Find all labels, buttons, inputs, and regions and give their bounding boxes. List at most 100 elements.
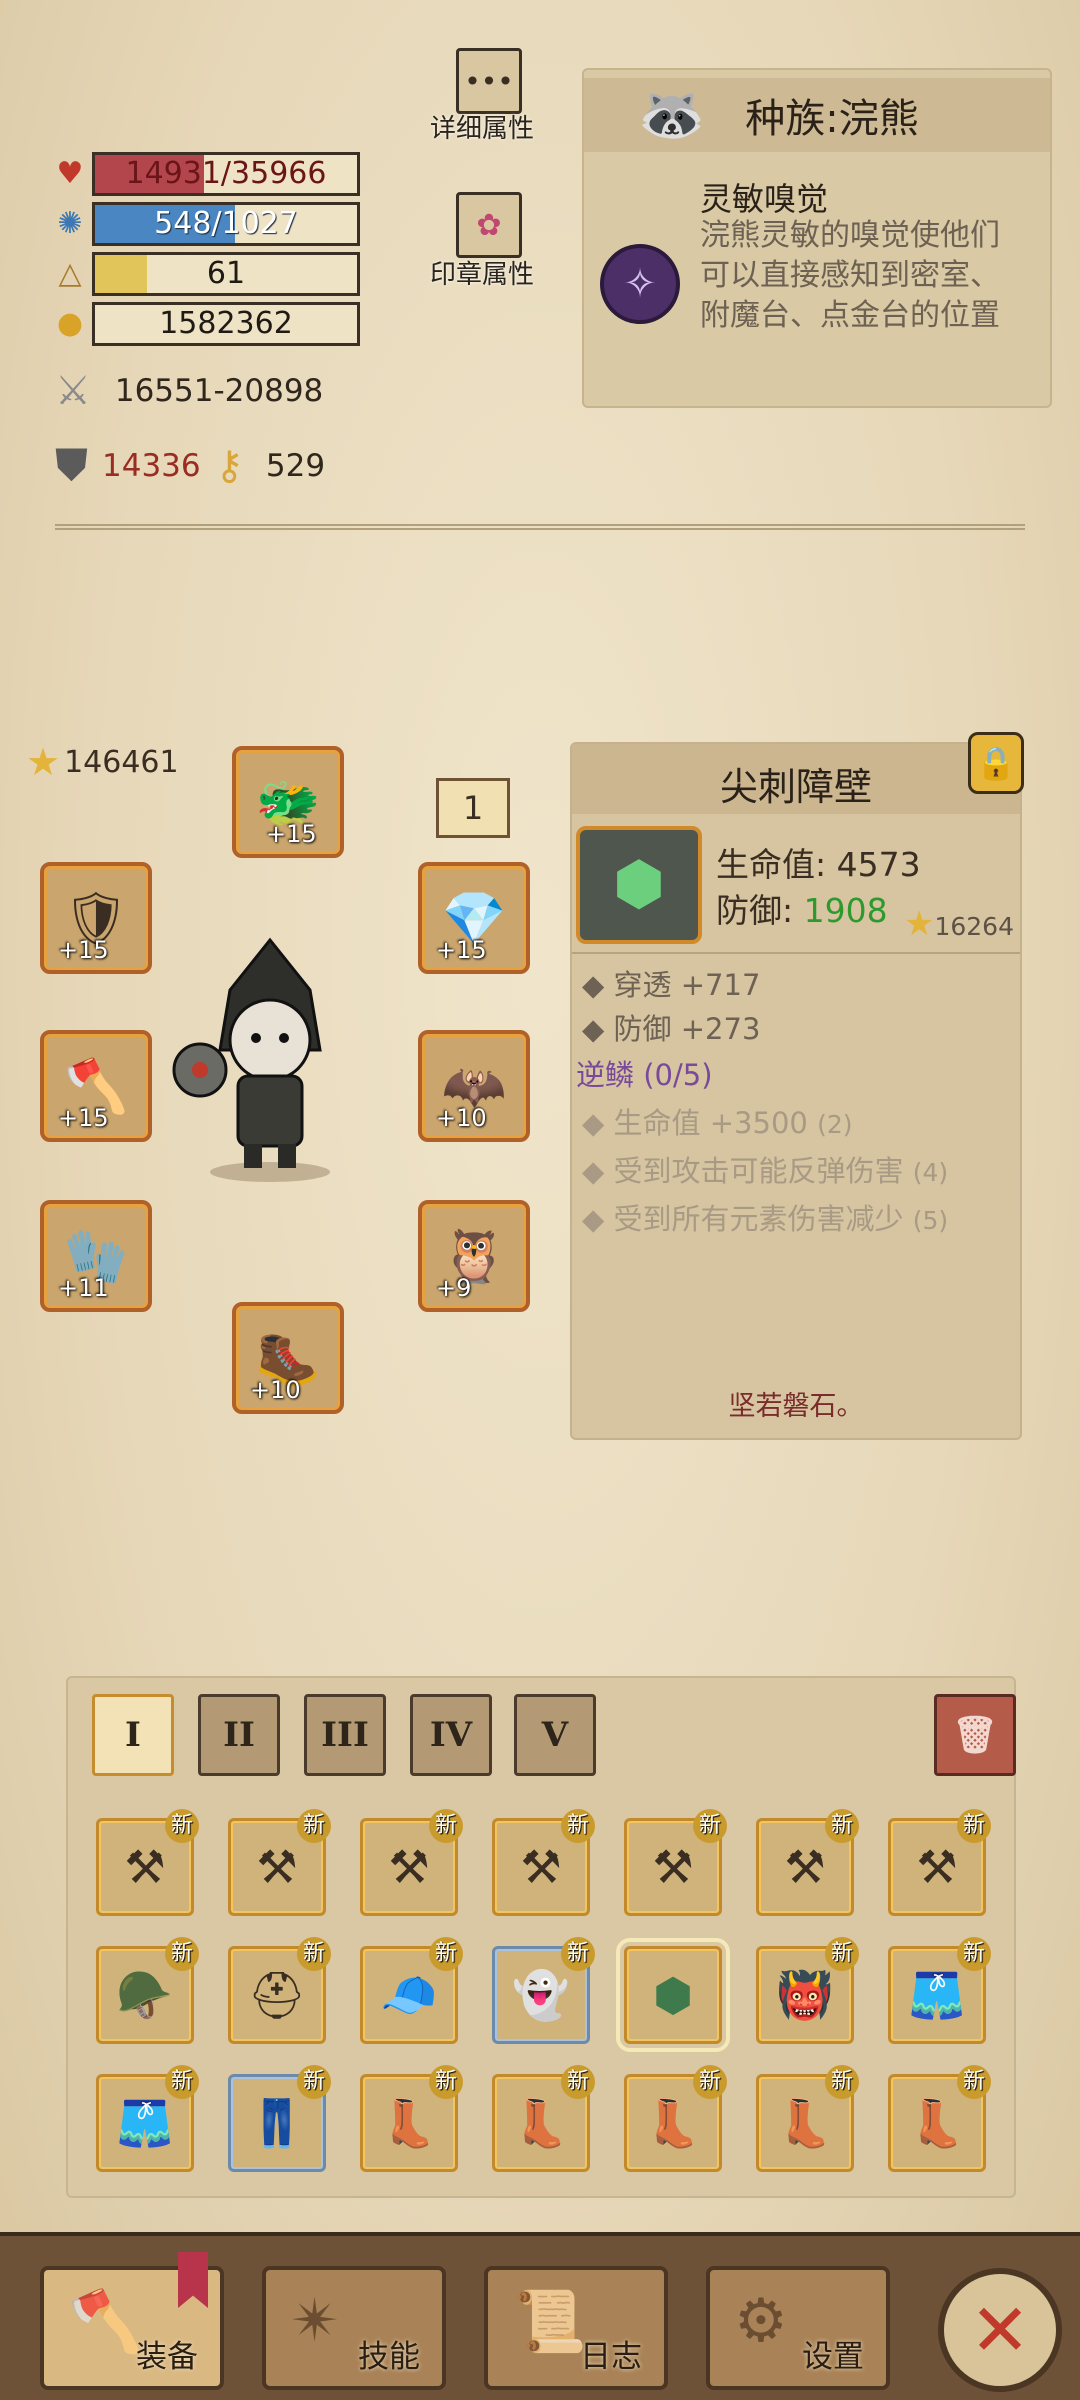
slot-weapon-level: +15 <box>58 1104 109 1132</box>
magic-key-icon: ⚷ <box>214 442 244 489</box>
nav-equip-button[interactable]: 🪓 装备 <box>40 2252 224 2390</box>
item-hp-value: 4573 <box>836 845 921 884</box>
defense-row: ⛊ 14336 ⚷ 529 <box>55 440 325 491</box>
new-badge: 新 <box>165 1809 199 1843</box>
inventory-item[interactable]: 🧢 新 <box>360 1937 463 2044</box>
inventory-item-selected[interactable]: ⬢ <box>616 1938 730 2052</box>
crossed-swords-icon: ⚔ <box>55 368 91 414</box>
slot-weapon[interactable]: 🪓 +15 <box>40 1030 152 1142</box>
gear-icon: ⚙ <box>734 2286 788 2356</box>
item-hp-line: 生命值: 4573 <box>716 838 921 886</box>
trait-icon: ✧ <box>600 244 680 324</box>
trash-button[interactable]: 🗑 <box>934 1694 1016 1776</box>
new-badge: 新 <box>297 1937 331 1971</box>
power-value: 146461 <box>64 744 179 780</box>
new-badge: 新 <box>429 2065 463 2099</box>
tab-page-1[interactable]: I <box>92 1694 174 1776</box>
seal-button[interactable]: ✿ <box>456 192 522 258</box>
lock-icon[interactable]: 🔒 <box>968 732 1024 794</box>
item-divider <box>572 952 1020 954</box>
nav-equip-label: 装备 <box>136 2339 198 2375</box>
item-set-bonus-1: ◆ 生命值 +3500 (2) <box>582 1106 853 1140</box>
new-badge: 新 <box>957 1809 991 1843</box>
slot-helmet[interactable]: 🐲 +15 <box>232 746 344 858</box>
demon-armor-icon: 👹 <box>776 1967 834 2022</box>
page-indicator[interactable]: 1 <box>436 778 510 838</box>
inventory-item[interactable]: ⚒ 新 <box>96 1809 199 1916</box>
item-def-line: 防御: 1908 <box>716 884 888 932</box>
page-number: 1 <box>462 789 484 827</box>
axe-icon: ⚒ <box>784 1840 826 1894</box>
inventory-item[interactable]: ⚒ 新 <box>888 1809 991 1916</box>
slot-shoulder-left-level: +15 <box>58 936 109 964</box>
tab-page-5[interactable]: V <box>514 1694 596 1776</box>
damage-row: ⚔ 16551-20898 <box>55 368 323 414</box>
blue-boots-icon: 👢 <box>644 2095 702 2150</box>
item-power-star-icon: ★ <box>903 904 935 944</box>
tab-page-4[interactable]: IV <box>410 1694 492 1776</box>
inventory-item[interactable]: 🩳 新 <box>888 1937 991 2044</box>
new-badge: 新 <box>165 1937 199 1971</box>
close-button[interactable]: ✕ <box>938 2268 1062 2392</box>
item-set-bonus-2-req: (4) <box>912 1158 949 1187</box>
inventory-item[interactable]: ⚒ 新 <box>228 1809 331 1916</box>
level-value: 61 <box>206 256 246 291</box>
inventory-item[interactable]: 👢 新 <box>360 2065 463 2172</box>
slot-gloves[interactable]: 🧤 +11 <box>40 1200 152 1312</box>
hp-value: 14931/35966 <box>125 156 327 191</box>
item-set-bonus-3-text: 受到所有元素伤害减少 <box>613 1202 904 1236</box>
nav-settings-label: 设置 <box>802 2339 864 2375</box>
slot-cloak-level: +9 <box>436 1274 472 1302</box>
blue-boots-icon: 👢 <box>908 2095 966 2150</box>
slot-shoulder-left[interactable]: 🛡 +15 <box>40 862 152 974</box>
item-detail-panel: 尖刺障壁 🔒 ⬢ 生命值: 4573 防御: 1908 ★16264 ◆ 穿透 … <box>570 732 1024 1440</box>
raccoon-icon: 🦝 <box>638 83 706 146</box>
inventory-item[interactable]: 👢 新 <box>624 2065 727 2172</box>
purple-helmet-icon: 🪖 <box>116 1967 174 2022</box>
inventory-item[interactable]: 👖 新 <box>228 2065 331 2172</box>
nav-log-button[interactable]: 📜 日志 <box>484 2266 668 2390</box>
tab-page-2[interactable]: II <box>198 1694 280 1776</box>
slot-armor[interactable]: 🦇 +10 <box>418 1030 530 1142</box>
tab-page-3[interactable]: III <box>304 1694 386 1776</box>
inventory-item[interactable]: 🩳 新 <box>96 2065 199 2172</box>
mp-bar: 548/1027 <box>92 202 360 246</box>
details-label[interactable]: 详细属性 <box>430 108 534 145</box>
inventory-item[interactable]: ⚒ 新 <box>492 1809 595 1916</box>
item-set-bonus-1-text: 生命值 +3500 <box>613 1106 808 1140</box>
inventory-item[interactable]: 👢 新 <box>492 2065 595 2172</box>
close-icon: ✕ <box>969 2288 1031 2372</box>
new-badge: 新 <box>561 1809 595 1843</box>
slot-cloak[interactable]: 🦉 +9 <box>418 1200 530 1312</box>
star-icon: ★ <box>26 740 61 784</box>
inventory-item[interactable]: ⚒ 新 <box>360 1809 463 1916</box>
inventory-item[interactable]: 👢 新 <box>888 2065 991 2172</box>
inventory-item[interactable]: 👹 新 <box>756 1937 859 2044</box>
nav-settings-button[interactable]: ⚙ 设置 <box>706 2266 890 2390</box>
seal-label[interactable]: 印章属性 <box>430 254 534 291</box>
armor-value: 14336 <box>102 447 201 484</box>
inventory-item[interactable]: 👢 新 <box>756 2065 859 2172</box>
inventory-item[interactable]: ⚒ 新 <box>624 1809 727 1916</box>
gold-row: ● 1582362 <box>50 302 360 346</box>
inventory-item[interactable]: ⚒ 新 <box>756 1809 859 1916</box>
slot-boots[interactable]: 🥾 +10 <box>232 1302 344 1414</box>
white-hood-icon: 👻 <box>512 1967 570 2022</box>
new-badge: 新 <box>297 1809 331 1843</box>
axe-icon: ⚒ <box>916 1840 958 1894</box>
inventory-item[interactable]: 🪖 新 <box>96 1937 199 2044</box>
dark-boots-icon: 👢 <box>512 2095 570 2150</box>
axe-icon: ⚒ <box>256 1840 298 1894</box>
nav-skills-button[interactable]: ✴ 技能 <box>262 2266 446 2390</box>
inventory-item[interactable]: 👻 新 <box>492 1937 595 2044</box>
dark-helmet-icon: ⛑ <box>247 1967 307 2022</box>
inventory-item[interactable]: ⛑ 新 <box>228 1937 331 2044</box>
new-badge: 新 <box>693 2065 727 2099</box>
details-button[interactable]: ••• <box>456 48 522 114</box>
item-power-value: 16264 <box>934 912 1014 941</box>
mp-row: ✺ 548/1027 <box>50 202 360 246</box>
item-set-bonus-2: ◆ 受到攻击可能反弹伤害 (4) <box>582 1154 949 1188</box>
item-attr-penetration-text: 穿透 +717 <box>613 968 761 1002</box>
slot-necklace[interactable]: 💎 +15 <box>418 862 530 974</box>
new-badge: 新 <box>957 1937 991 1971</box>
